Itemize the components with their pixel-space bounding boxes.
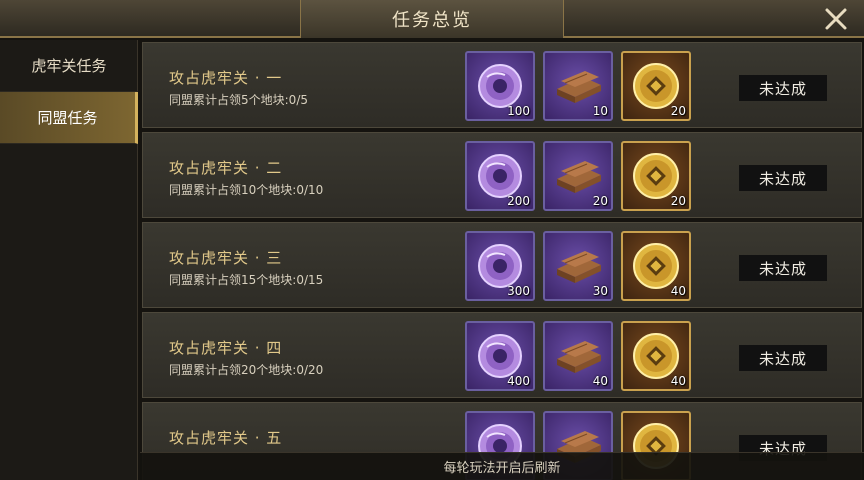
reward-quantity: 40	[670, 374, 686, 388]
tab-alliance-tasks[interactable]: 同盟任务	[0, 92, 138, 144]
reward-quantity: 20	[670, 194, 686, 208]
reward-slot[interactable]: 40	[621, 321, 691, 391]
footer-text: 每轮玩法开启后刷新	[443, 461, 561, 476]
reward-slot[interactable]: 20	[621, 51, 691, 121]
status-badge[interactable]: 未达成	[739, 345, 827, 371]
reward-quantity: 40	[670, 284, 686, 298]
reward-slot[interactable]: 10	[543, 51, 613, 121]
reward-slot[interactable]: 400	[465, 321, 535, 391]
task-row: 攻占虎牢关 · 一同盟累计占领5个地块:0/5 100 10 20 未达成	[142, 42, 862, 128]
task-title: 攻占虎牢关 · 三	[169, 249, 283, 267]
task-title: 攻占虎牢关 · 一	[169, 69, 283, 87]
title-bar: 任务总览	[0, 0, 864, 38]
reward-slot[interactable]: 40	[621, 231, 691, 301]
task-progress: 同盟累计占领5个地块:0/5	[169, 93, 308, 107]
close-button[interactable]	[822, 5, 850, 33]
sidebar: 虎牢关任务 同盟任务	[0, 40, 138, 480]
reward-quantity: 30	[592, 284, 608, 298]
reward-slot[interactable]: 20	[621, 141, 691, 211]
task-progress: 同盟累计占领20个地块:0/20	[169, 363, 324, 377]
task-progress: 同盟累计占领15个地块:0/15	[169, 273, 324, 287]
close-icon	[825, 8, 847, 30]
reward-quantity: 200	[507, 194, 530, 208]
reward-quantity: 20	[592, 194, 608, 208]
status-badge[interactable]: 未达成	[739, 75, 827, 101]
status-badge[interactable]: 未达成	[739, 165, 827, 191]
tab-hulaoguan-tasks[interactable]: 虎牢关任务	[0, 40, 138, 92]
task-title: 攻占虎牢关 · 二	[169, 159, 283, 177]
page-title: 任务总览	[392, 10, 472, 31]
reward-slot[interactable]: 30	[543, 231, 613, 301]
status-badge[interactable]: 未达成	[739, 255, 827, 281]
reward-quantity: 400	[507, 374, 530, 388]
reward-quantity: 40	[592, 374, 608, 388]
reward-quantity: 300	[507, 284, 530, 298]
tab-label: 虎牢关任务	[31, 57, 107, 75]
task-row: 攻占虎牢关 · 三同盟累计占领15个地块:0/15 300 30 40 未达成	[142, 222, 862, 308]
task-row: 攻占虎牢关 · 四同盟累计占领20个地块:0/20 400 40 40 未达成	[142, 312, 862, 398]
reward-slot[interactable]: 20	[543, 141, 613, 211]
task-progress: 同盟累计占领10个地块:0/10	[169, 183, 324, 197]
reward-quantity: 100	[507, 104, 530, 118]
reward-slot[interactable]: 100	[465, 51, 535, 121]
title-plate: 任务总览	[300, 0, 564, 38]
task-title: 攻占虎牢关 · 四	[169, 339, 283, 357]
reward-slot[interactable]: 300	[465, 231, 535, 301]
reward-slot[interactable]: 200	[465, 141, 535, 211]
task-list[interactable]: 攻占虎牢关 · 一同盟累计占领5个地块:0/5 100 10 20 未达成 攻占虎牢关 ·…	[140, 40, 864, 480]
reward-slot[interactable]: 40	[543, 321, 613, 391]
refresh-note: 每轮玩法开启后刷新	[140, 452, 864, 480]
task-title: 攻占虎牢关 · 五	[169, 429, 283, 447]
reward-quantity: 20	[670, 104, 686, 118]
task-row: 攻占虎牢关 · 二同盟累计占领10个地块:0/10 200 20 20 未达成	[142, 132, 862, 218]
tab-label: 同盟任务	[37, 109, 98, 127]
reward-quantity: 10	[592, 104, 608, 118]
